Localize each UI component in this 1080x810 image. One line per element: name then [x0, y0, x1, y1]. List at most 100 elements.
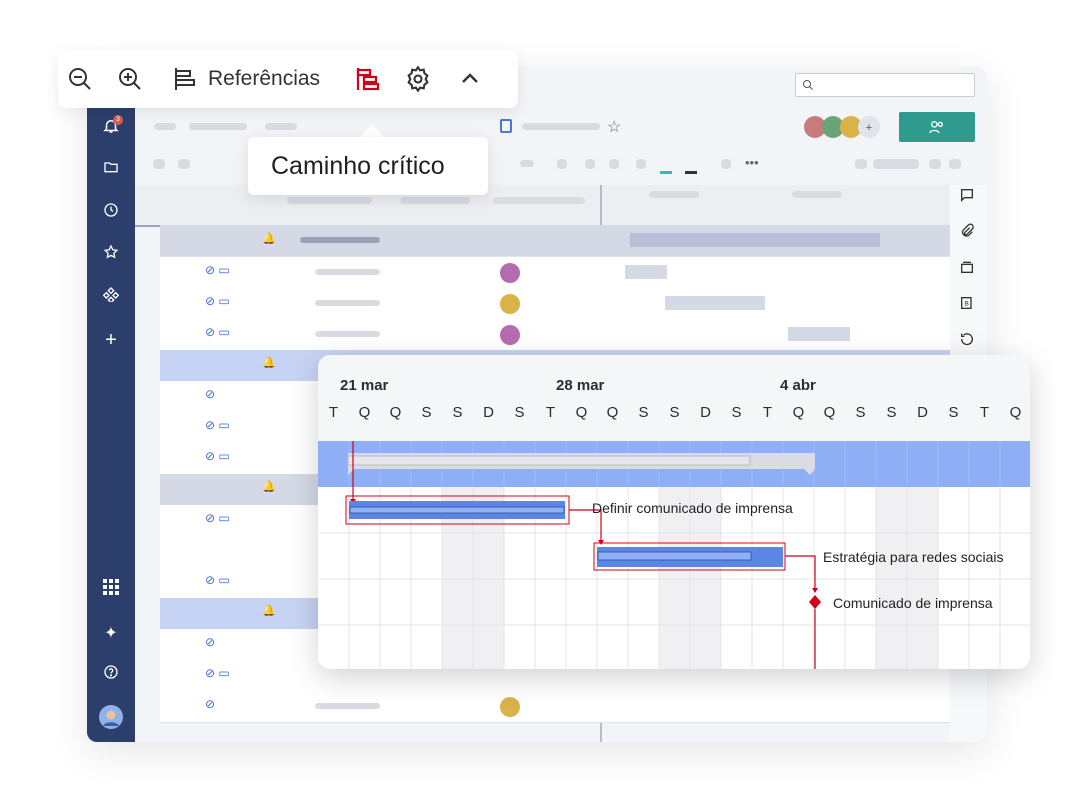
apps-grid-icon[interactable]: [99, 579, 123, 603]
star-icon[interactable]: [99, 244, 123, 268]
day-label: Q: [792, 404, 805, 421]
gantt-detail-card: 21 mar 28 mar 4 abr T Q Q S S D S T Q Q S S D S T Q Q S S D…: [318, 355, 1030, 669]
comments-icon[interactable]: [957, 187, 977, 207]
day-label: S: [452, 404, 463, 421]
row-placeholder: [300, 237, 380, 243]
bell-icon[interactable]: 🔔: [262, 604, 276, 617]
references-label[interactable]: Referências: [208, 67, 320, 91]
day-label: D: [483, 404, 494, 421]
clock-icon[interactable]: [99, 202, 123, 226]
gantt-month-header: [649, 191, 699, 198]
day-label: S: [886, 404, 897, 421]
row-placeholder: [315, 703, 380, 709]
milestone-diamond: [809, 595, 821, 609]
attachments-icon[interactable]: [957, 223, 977, 243]
bell-icon[interactable]: 🔔: [262, 232, 276, 245]
toolbar-placeholder: [855, 159, 867, 169]
column-header[interactable]: [493, 197, 585, 204]
attachment-icon[interactable]: ⊘: [205, 387, 215, 401]
day-label: Q: [358, 404, 371, 421]
tooltip-text: Caminho crítico: [271, 152, 445, 180]
proofing-icon[interactable]: [957, 259, 977, 279]
plus-icon[interactable]: +: [99, 328, 123, 352]
task-progress: [597, 551, 752, 561]
attachment-comment-icons[interactable]: ⊘ ▭: [205, 573, 230, 587]
day-label: S: [421, 404, 432, 421]
gantt-timeline-header: 21 mar 28 mar 4 abr T Q Q S S D S T Q Q S S D S T Q Q S S D…: [318, 355, 1030, 441]
day-label: Q: [1009, 404, 1022, 421]
table-row[interactable]: [160, 257, 950, 289]
integrations-icon[interactable]: [99, 286, 123, 310]
attachment-comment-icons[interactable]: ⊘ ▭: [205, 325, 230, 339]
day-label: Q: [606, 404, 619, 421]
toolbar-placeholder: [153, 159, 165, 169]
attachment-comment-icons[interactable]: ⊘ ▭: [205, 418, 230, 432]
zoom-in-icon[interactable]: [116, 65, 144, 93]
gantt-month-header: [792, 191, 842, 198]
attachment-icon[interactable]: ⊘: [205, 697, 215, 711]
gantt-bar[interactable]: [788, 327, 850, 341]
zoom-out-icon[interactable]: [66, 65, 94, 93]
table-row[interactable]: [160, 288, 950, 320]
critical-path-tooltip: Caminho crítico: [248, 137, 488, 195]
row-avatar: [500, 697, 520, 717]
critical-path-line: [785, 555, 816, 591]
search-icon: [803, 80, 813, 90]
day-label: D: [917, 404, 928, 421]
attachment-icon[interactable]: ⊘: [205, 635, 215, 649]
attachment-comment-icons[interactable]: ⊘ ▭: [205, 294, 230, 308]
task-label[interactable]: Definir comunicado de imprensa: [592, 500, 793, 516]
task-label[interactable]: Estratégia para redes sociais: [823, 549, 1004, 565]
sparkle-icon[interactable]: ✦: [99, 622, 123, 646]
row-avatar: [500, 294, 520, 314]
search-input[interactable]: [795, 73, 975, 97]
gantt-bar[interactable]: [665, 296, 765, 310]
share-button[interactable]: [899, 112, 975, 142]
toolbar-placeholder: [721, 159, 731, 169]
toolbar-placeholder: [929, 159, 941, 169]
gantt-bar[interactable]: [625, 265, 667, 279]
folder-icon[interactable]: [99, 159, 123, 183]
favorite-star-icon[interactable]: ☆: [607, 117, 621, 137]
task-label[interactable]: Comunicado de imprensa: [833, 595, 993, 611]
sheet-icon[interactable]: [500, 119, 512, 133]
chevron-up-icon[interactable]: [456, 65, 484, 93]
day-label: Q: [823, 404, 836, 421]
day-label: Q: [575, 404, 588, 421]
gear-icon[interactable]: [404, 65, 432, 93]
gantt-summary-bar: [630, 233, 880, 247]
critical-path-icon[interactable]: [354, 65, 382, 93]
activity-log-icon[interactable]: [957, 331, 977, 351]
table-row[interactable]: [160, 319, 950, 351]
column-header[interactable]: [400, 197, 470, 204]
day-label: Q: [389, 404, 402, 421]
attachment-comment-icons[interactable]: ⊘ ▭: [205, 666, 230, 680]
day-label: D: [700, 404, 711, 421]
table-row-group[interactable]: [160, 225, 950, 257]
row-avatar: [500, 325, 520, 345]
row-avatar: [500, 263, 520, 283]
critical-path-arrow: [812, 588, 818, 593]
month-label: 21 mar: [340, 377, 389, 394]
help-icon[interactable]: [99, 664, 123, 688]
references-icon[interactable]: [170, 65, 198, 93]
task-progress: [349, 506, 565, 514]
bell-icon[interactable]: 🔔: [262, 356, 276, 369]
more-icon[interactable]: •••: [745, 155, 759, 170]
left-sidebar: 3 + ✦: [87, 67, 135, 742]
bell-icon[interactable]: 🔔: [262, 480, 276, 493]
attachment-comment-icons[interactable]: ⊘ ▭: [205, 511, 230, 525]
toolbar-placeholder: [178, 159, 190, 169]
table-row[interactable]: [160, 691, 950, 723]
attachment-comment-icons[interactable]: ⊘ ▭: [205, 449, 230, 463]
user-avatar[interactable]: [99, 705, 123, 729]
attachment-comment-icons[interactable]: ⊘ ▭: [205, 263, 230, 277]
collaborator-avatars[interactable]: +: [803, 115, 883, 139]
day-label: T: [328, 404, 339, 421]
header-placeholder: [265, 123, 297, 130]
brandfolder-icon[interactable]: B: [957, 295, 977, 315]
column-header[interactable]: [287, 197, 372, 204]
day-label: S: [948, 404, 959, 421]
day-label: S: [514, 404, 525, 421]
gantt-toolbar: Referências: [58, 50, 518, 108]
